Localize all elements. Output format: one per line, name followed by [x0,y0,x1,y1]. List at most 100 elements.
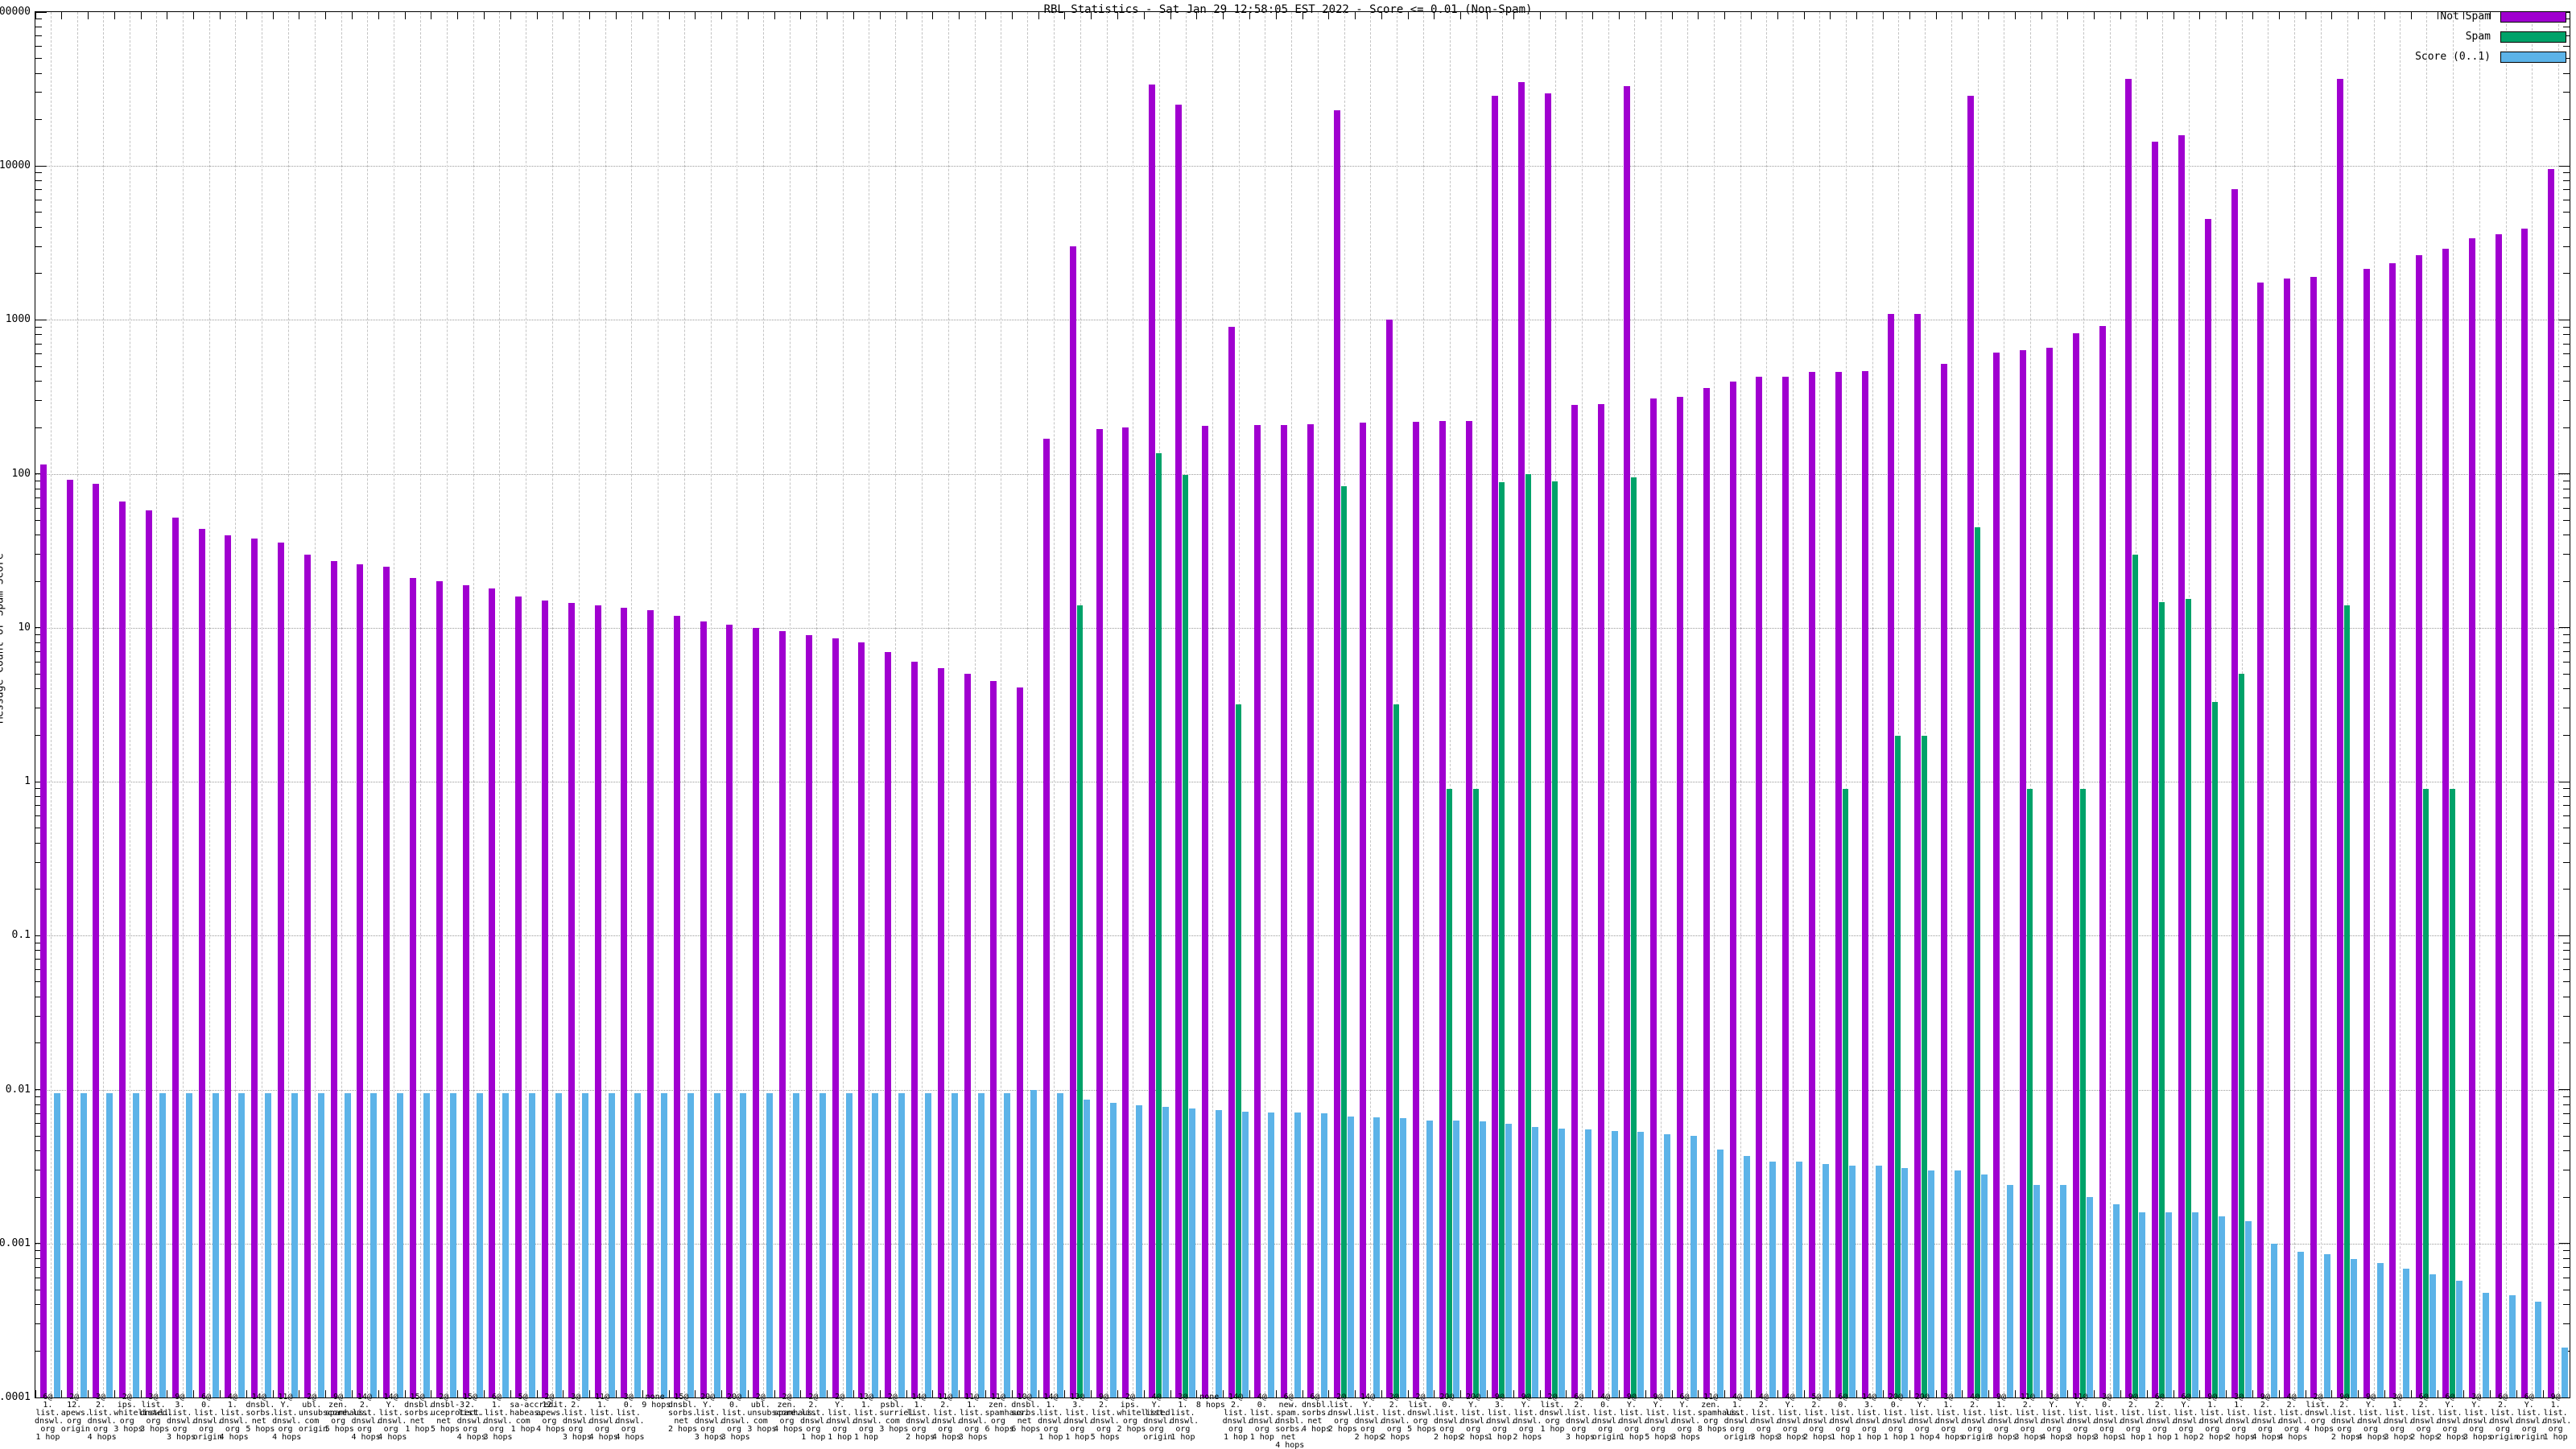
bar-spam [2132,555,2138,1397]
bar-score [2403,1269,2409,1397]
bar-score [133,1093,139,1397]
x-tick-label-line: 6 hops [985,1426,1012,1434]
x-tick-label-line: 3 hops [747,1426,774,1434]
x-tick-label: 4@0.list.dnswl.orgorigin [1592,1393,1619,1442]
bar-score [2535,1302,2541,1397]
bar-not-spam [911,662,918,1397]
bar-not-spam [1571,405,1578,1397]
bar-score [2060,1185,2066,1397]
x-tick-top [695,12,696,19]
x-tick-label: 20@0.list.dnswl.org2 hops [1434,1393,1460,1442]
x-tick-label-line: 1 hop [827,1434,853,1442]
x-gridline [711,12,712,1397]
x-tick-label: 11@2.list.dnswl.org4 hops [932,1393,959,1442]
bar-not-spam [964,674,971,1397]
bar-score [793,1093,799,1397]
x-gridline [2321,12,2322,1397]
x-tick-label: 6@2.list.dnswl.org1 hop [2146,1393,2173,1442]
bar-not-spam [595,605,601,1397]
bar-not-spam [410,578,416,1397]
bar-not-spam [1862,371,1868,1397]
x-tick-top [1540,12,1541,19]
x-gridline [447,12,448,1397]
y-minor-tick-right [2563,172,2570,173]
x-tick-label-line: 3 hops [483,1434,510,1442]
x-tick-label: none9 hops [642,1393,668,1410]
x-tick-top [1487,12,1488,19]
x-tick-label: 3@1.list.dnswl.org4 hops [1935,1393,1962,1442]
x-tick-top [1276,12,1277,19]
x-tick-top [2199,12,2200,19]
x-tick-label: 3@1.list.dnswl.org2 hops [2226,1393,2252,1442]
bar-not-spam [1941,364,1947,1397]
bar-score [1585,1129,1591,1397]
x-tick-label: 9@Y.list.dnswl.org4 hops [2358,1393,2384,1442]
y-minor-tick-right [2563,1042,2570,1043]
y-minor-tick-left [35,334,42,335]
x-tick-label: 9@1.list.dnswl.org3 hops [1988,1393,2015,1442]
x-tick-top [642,12,643,19]
x-gridline [948,12,949,1397]
bar-score [1664,1134,1670,1397]
x-tick-label-line: 2 hops [906,1434,932,1442]
y-minor-tick-left [35,366,42,367]
x-gridline [579,12,580,1397]
bar-not-spam [700,621,707,1397]
bar-spam [2212,702,2218,1397]
bar-not-spam [67,480,73,1397]
bar-not-spam [1122,427,1129,1397]
x-tick-label-line: 5 hops [1645,1434,1671,1442]
bar-score [1637,1132,1644,1397]
x-gridline [156,12,157,1397]
bar-not-spam [568,603,575,1397]
x-tick-label: 2@ips.whitelisted.org3 hops [114,1393,140,1434]
bar-spam [2186,599,2191,1398]
x-tick-label: 2@dnsbl-3.uceprotect.net5 hops [431,1393,457,1434]
x-tick-label: 6@2.list.dnswl.org3 hops [1566,1393,1592,1442]
x-tick-label: 9@2.list.dnswl.org1 hop [2120,1393,2147,1442]
x-gridline [2479,12,2480,1397]
x-tick-label: 9@3.list.dnswl.org1 hop [1487,1393,1513,1442]
bar-not-spam [647,610,654,1397]
bar-not-spam [1835,372,1842,1397]
x-tick-top [827,12,828,19]
bar-not-spam [199,529,205,1397]
x-tick-label: 2@list.dnswl.org5 hops [1407,1393,1434,1434]
bar-not-spam [1518,82,1525,1397]
x-tick-label: 2@Y.list.dnswl.org1 hop [827,1393,853,1442]
bar-score [502,1093,509,1397]
bar-not-spam [2099,326,2106,1397]
y-minor-tick-left [35,189,42,190]
x-gridline [552,12,553,1397]
x-tick-label: 11@Y.list.dnswl.org4 hops [272,1393,299,1442]
x-gridline [367,12,368,1397]
bar-score [2297,1252,2304,1397]
bar-not-spam [832,638,839,1397]
x-tick-label-line: 2 hops [1355,1434,1381,1442]
x-tick-label: 6@2.list.dnswl.org2 hops [2410,1393,2437,1442]
x-tick-label: 3@Y.list.dnswl.org4 hops [2041,1393,2067,1442]
x-tick-label-line: 3 hops [2463,1434,2490,1442]
bar-score [291,1093,298,1397]
bar-score [872,1093,878,1397]
x-tick-label: 20@Y.list.dnswl.org3 hops [695,1393,721,1442]
y-minor-tick-right [2563,642,2570,643]
bar-not-spam [515,597,522,1397]
x-tick-top [932,12,933,19]
x-tick-label-line: 4 hops [589,1434,616,1442]
x-tick-label-line: 1 hop [1223,1434,1249,1442]
y-minor-tick-right [2563,1323,2570,1324]
bar-score [846,1093,852,1397]
x-gridline [1291,12,1292,1397]
x-tick-label-line: 2 hops [2226,1434,2252,1442]
x-gridline [420,12,421,1397]
bar-not-spam [2020,350,2026,1397]
x-tick-label: 6@Y.list.dnswl.orgorigin [2516,1393,2542,1442]
bar-not-spam [2469,238,2475,1397]
y-minor-tick-left [35,344,42,345]
x-tick-label-line: 5 hops [1407,1426,1434,1434]
x-tick-top [880,12,881,19]
bar-not-spam [1307,424,1314,1397]
x-tick-label: 9@Y.list.dnswl.org1 hop [1619,1393,1645,1442]
x-tick-label-line: 4 hops [1275,1442,1302,1449]
